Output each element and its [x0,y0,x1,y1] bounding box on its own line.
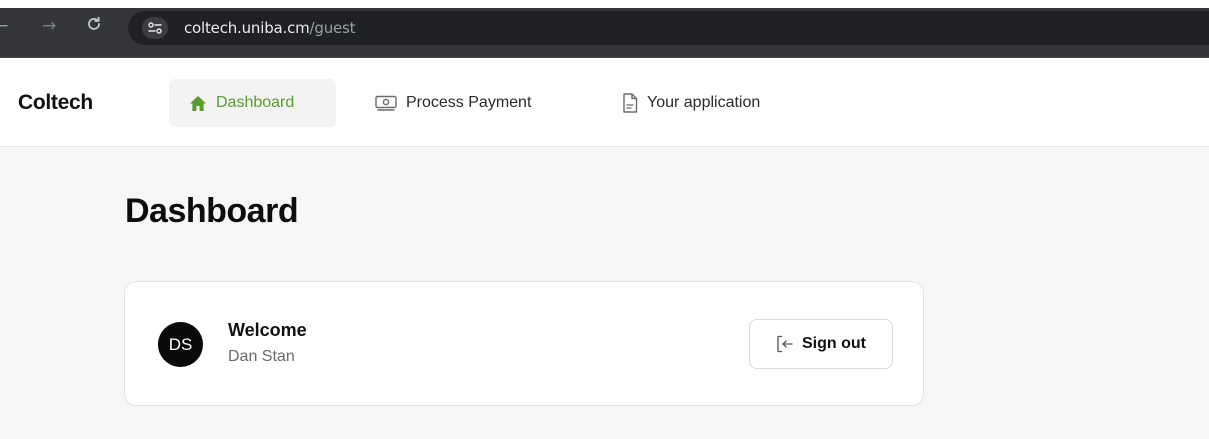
sign-out-icon [776,335,793,353]
nav-label-dashboard: Dashboard [216,94,295,111]
sign-out-label: Sign out [802,335,866,352]
user-name: Dan Stan [228,348,295,365]
nav-item-your-application[interactable]: Your application [622,79,760,127]
document-icon [622,93,638,113]
nav-item-dashboard[interactable]: Dashboard [169,79,336,127]
nav-label-your-application: Your application [647,94,761,111]
sign-out-button[interactable]: Sign out [749,319,893,369]
url-text[interactable]: coltech.uniba.cm/guest [184,19,356,37]
site-info-icon[interactable] [142,17,168,39]
address-bar[interactable]: coltech.uniba.cm/guest [128,11,1209,45]
forward-arrow-icon[interactable]: → [42,17,56,35]
banknote-icon [375,95,397,111]
app-header: Coltech Dashboard Process Payment Your a… [0,58,1209,147]
welcome-card: DS Welcome Dan Stan Sign out [124,281,924,406]
home-icon [189,95,207,112]
url-path: /guest [309,19,356,37]
reload-icon[interactable] [86,16,102,32]
page-title: Dashboard [125,192,299,230]
brand-logo[interactable]: Coltech [18,91,93,115]
avatar: DS [158,322,203,367]
back-arrow-icon[interactable]: ← [0,17,8,35]
browser-toolbar: ← → coltech.uniba.cm/guest [0,0,1209,58]
nav-label-process-payment: Process Payment [406,94,532,111]
welcome-label: Welcome [228,320,307,340]
browser-top-strip [0,0,1209,8]
url-host: coltech.uniba.cm [184,19,310,37]
nav-item-process-payment[interactable]: Process Payment [375,79,531,127]
